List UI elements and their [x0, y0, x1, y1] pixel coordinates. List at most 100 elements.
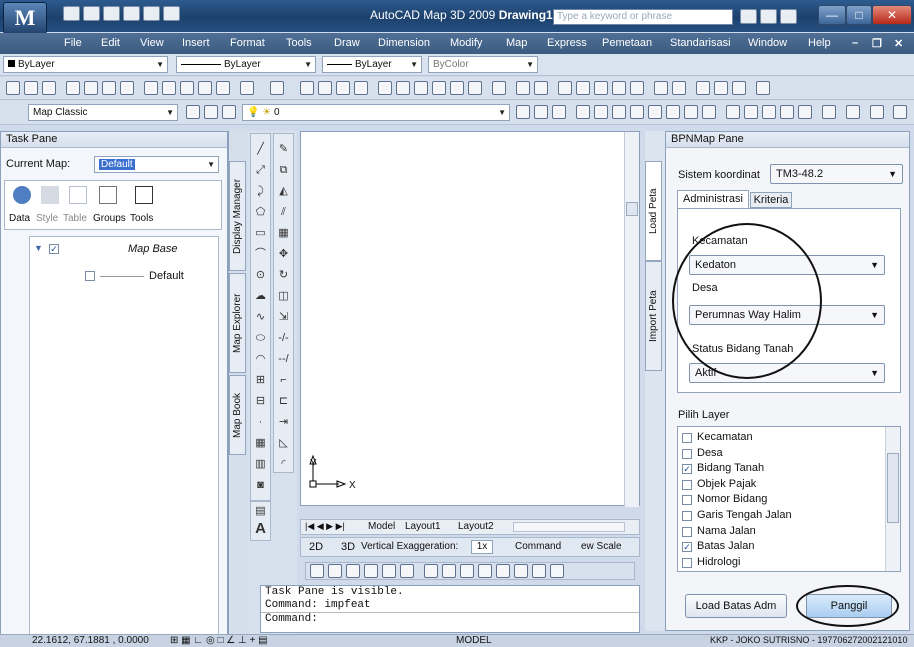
2d-button[interactable]: 2D: [309, 541, 323, 553]
hatch-icon[interactable]: ▦: [253, 436, 268, 451]
command-button[interactable]: Command: [515, 541, 561, 552]
make-object-layer-current-icon[interactable]: [516, 105, 530, 119]
aligned-dimension-icon[interactable]: [594, 105, 608, 119]
tab-layout1[interactable]: Layout1: [405, 521, 441, 532]
continue-icon[interactable]: [762, 105, 776, 119]
tab-map-book[interactable]: Map Book: [229, 375, 246, 455]
publish-icon[interactable]: [102, 81, 116, 95]
groups-label[interactable]: Groups: [93, 213, 126, 224]
layer-list-item[interactable]: Nomor Bidang: [681, 493, 881, 507]
linear-dimension-icon[interactable]: [576, 105, 590, 119]
tab-layout2[interactable]: Layout2: [458, 521, 494, 532]
layer-checkbox[interactable]: [682, 433, 692, 443]
map-query-icon[interactable]: [516, 81, 530, 95]
workspace-dropdown[interactable]: Map Classic ▼: [28, 104, 178, 121]
vertical-exaggeration-value[interactable]: 1x: [471, 540, 493, 554]
mirror-icon[interactable]: ◭: [276, 184, 291, 199]
region-icon[interactable]: ◙: [253, 478, 268, 493]
match-properties-icon[interactable]: [198, 81, 212, 95]
menu-draw[interactable]: Draw: [334, 37, 360, 49]
quick-leader-icon[interactable]: [780, 105, 794, 119]
rectangle-icon[interactable]: ▭: [253, 226, 268, 241]
redo-icon[interactable]: [163, 6, 180, 21]
standarisasi-tool2-icon[interactable]: [672, 81, 686, 95]
layer-list-item[interactable]: Nama Jalan: [681, 525, 881, 539]
dim-style-icon[interactable]: [870, 105, 884, 119]
doc-close-icon[interactable]: ✕: [894, 37, 903, 50]
tool-palettes-icon[interactable]: [414, 81, 428, 95]
tolerance-icon[interactable]: [798, 105, 812, 119]
redo-icon[interactable]: [270, 81, 284, 95]
layer-list-scrollbar[interactable]: [885, 427, 900, 571]
table-insert-icon[interactable]: ▤: [253, 504, 268, 519]
make-block-icon[interactable]: ⊟: [253, 394, 268, 409]
ordinate-icon[interactable]: [630, 105, 644, 119]
close-button[interactable]: ✕: [872, 5, 912, 25]
horizontal-scrollbar[interactable]: [513, 522, 625, 532]
drafting-toggles[interactable]: ⊞ ▦ ∟ ◎ □ ∠ ⊥ + ▤: [170, 635, 268, 646]
revision-cloud-icon[interactable]: ☁: [253, 289, 268, 304]
map-edit2-icon[interactable]: [328, 564, 342, 578]
3d-button[interactable]: 3D: [341, 541, 355, 553]
map-base-group[interactable]: Map Base: [128, 243, 178, 255]
menu-standarisasi[interactable]: Standarisasi: [670, 37, 731, 49]
layer-checkbox[interactable]: [682, 511, 692, 521]
linetype-dropdown[interactable]: ByLayer ▼: [176, 56, 316, 73]
join-icon[interactable]: ⇥: [276, 415, 291, 430]
tab-model[interactable]: Model: [368, 521, 395, 532]
gradient-icon[interactable]: ▥: [253, 457, 268, 472]
menu-format[interactable]: Format: [230, 37, 265, 49]
layer-checkbox[interactable]: [682, 526, 692, 537]
quick-dimension-icon[interactable]: [726, 105, 740, 119]
tools-icon[interactable]: [135, 186, 153, 204]
move-icon[interactable]: ✥: [276, 247, 291, 262]
tab-map-explorer[interactable]: Map Explorer: [229, 273, 246, 373]
open-file-icon[interactable]: [83, 6, 100, 21]
polyline-icon[interactable]: ⤸: [253, 184, 268, 199]
groups-icon[interactable]: [99, 186, 117, 204]
layer-control-dropdown[interactable]: 💡 ☀ 0 ▼: [242, 104, 510, 121]
map-edit11-icon[interactable]: [496, 564, 510, 578]
map-edit12-icon[interactable]: [514, 564, 528, 578]
pemetaan-tool2-icon[interactable]: [576, 81, 590, 95]
workspace-settings-icon[interactable]: [186, 105, 200, 119]
data-label[interactable]: Data: [9, 213, 30, 224]
paste-icon[interactable]: [180, 81, 194, 95]
polygon-icon[interactable]: ⬠: [253, 205, 268, 220]
layer-checkbox[interactable]: [682, 479, 692, 490]
layer-checkbox[interactable]: [682, 495, 692, 506]
map-edit1-icon[interactable]: [310, 564, 324, 578]
diameter-icon[interactable]: [684, 105, 698, 119]
zoom-window-icon[interactable]: [336, 81, 350, 95]
spline-icon[interactable]: ∿: [253, 310, 268, 325]
quickcalc-icon[interactable]: [468, 81, 482, 95]
layer-list-item[interactable]: Garis Tengah Jalan: [681, 509, 881, 523]
menu-file[interactable]: File: [64, 37, 82, 49]
menu-help[interactable]: Help: [808, 37, 831, 49]
map-attach-icon[interactable]: [534, 81, 548, 95]
menu-view[interactable]: View: [140, 37, 164, 49]
3d-dwf-icon[interactable]: [120, 81, 134, 95]
pemetaan-tool5-icon[interactable]: [630, 81, 644, 95]
lineweight-dropdown[interactable]: ByLayer ▼: [322, 56, 422, 73]
map-edit9-icon[interactable]: [460, 564, 474, 578]
data-icon[interactable]: [13, 186, 31, 204]
layer-list-item[interactable]: Objek Pajak: [681, 478, 881, 492]
save-icon[interactable]: [42, 81, 56, 95]
layout-nav-arrows[interactable]: |◀ ◀ ▶ ▶|: [305, 521, 345, 532]
rotate-icon[interactable]: ↻: [276, 268, 291, 283]
ellipse-arc-icon[interactable]: ◠: [253, 352, 268, 367]
scroll-thumb[interactable]: [626, 202, 638, 216]
save-icon[interactable]: [103, 6, 120, 21]
properties-icon[interactable]: [378, 81, 392, 95]
application-menu-button[interactable]: M: [3, 2, 47, 34]
undo-icon[interactable]: [240, 81, 254, 95]
trim-icon[interactable]: -/-: [276, 331, 291, 346]
layer-previous-icon[interactable]: [534, 105, 548, 119]
current-map-dropdown[interactable]: Default ▼: [94, 156, 219, 173]
favorites-star-icon[interactable]: [780, 9, 797, 24]
standarisasi-tool5-icon[interactable]: [732, 81, 746, 95]
layer-list-item[interactable]: ✓ Batas Jalan: [681, 540, 881, 554]
undo-icon[interactable]: [143, 6, 160, 21]
command-window[interactable]: Task Pane is visible. Command: impfeat C…: [260, 585, 640, 633]
